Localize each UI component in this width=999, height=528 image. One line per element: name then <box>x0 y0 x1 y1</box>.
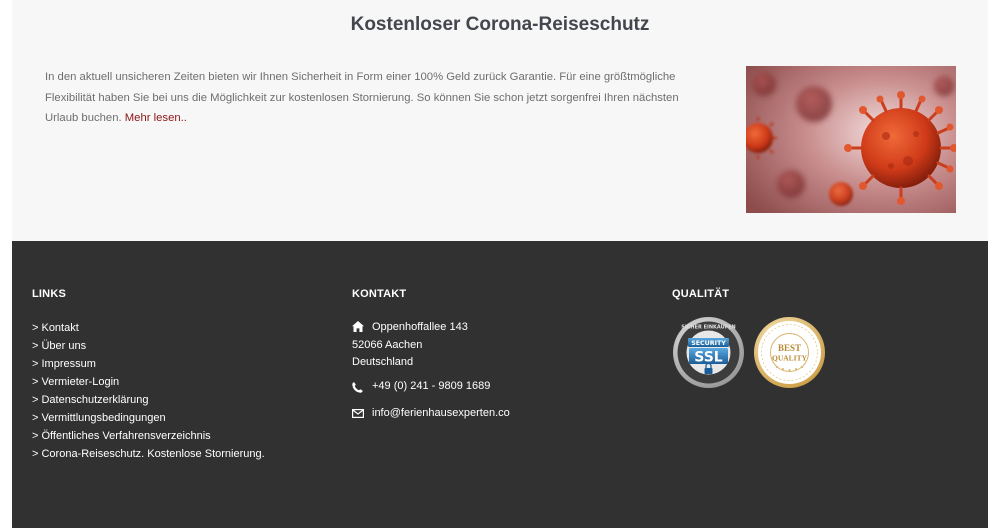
link-verfahrensverzeichnis[interactable]: > Öffentliches Verfahrensverzeichnis <box>32 430 211 442</box>
envelope-icon <box>352 407 372 421</box>
footer-contact-column: KONTAKT Oppenhoffallee 143 52066 Aachen … <box>352 288 652 421</box>
link-ueber-uns[interactable]: > Über uns <box>32 340 86 352</box>
list-item: > Corona-Reiseschutz. Kostenlose Stornie… <box>32 445 332 463</box>
phone-number[interactable]: +49 (0) 241 - 9809 1689 <box>372 380 490 396</box>
list-item: > Über uns <box>32 337 332 355</box>
address-country: Deutschland <box>352 356 414 368</box>
quality-heading: QUALITÄT <box>672 288 730 300</box>
contact-address: Oppenhoffallee 143 52066 Aachen Deutschl… <box>352 319 652 372</box>
link-impressum[interactable]: > Impressum <box>32 358 96 370</box>
contact-phone: +49 (0) 241 - 9809 1689 <box>352 380 652 396</box>
footer-links-list: > Kontakt > Über uns > Impressum > Vermi… <box>32 319 332 463</box>
email-address[interactable]: info@ferienhausexperten.co <box>372 407 510 421</box>
address-city: 52066 Aachen <box>352 338 423 351</box>
coronavirus-image <box>746 66 956 213</box>
list-item: > Kontakt <box>32 319 332 337</box>
best-label: BEST <box>778 343 801 353</box>
link-vermieter-login[interactable]: > Vermieter-Login <box>32 376 119 388</box>
page: Kostenloser Corona-Reiseschutz In den ak… <box>12 0 988 528</box>
list-item: > Datenschutzerklärung <box>32 391 332 409</box>
footer-quality-column: QUALITÄT SICHER EINKAUFEN SECURITY SSL B… <box>672 288 972 389</box>
link-kontakt[interactable]: > Kontakt <box>32 322 79 334</box>
contact-email: info@ferienhausexperten.co <box>352 407 652 421</box>
link-corona-reiseschutz[interactable]: > Corona-Reiseschutz. Kostenlose Stornie… <box>32 448 265 460</box>
list-item: > Impressum <box>32 355 332 373</box>
promo-title: Kostenloser Corona-Reiseschutz <box>350 14 650 35</box>
site-footer: LINKS > Kontakt > Über uns > Impressum >… <box>12 241 988 528</box>
best-quality-seal[interactable]: BEST QUALITY <box>753 316 826 389</box>
footer-links-column: LINKS > Kontakt > Über uns > Impressum >… <box>32 288 332 463</box>
address-street: Oppenhoffallee 143 <box>372 321 468 333</box>
ssl-security-seal[interactable]: SICHER EINKAUFEN SECURITY SSL <box>672 316 745 389</box>
quality-label: QUALITY <box>772 354 808 363</box>
list-item: > Öffentliches Verfahrensverzeichnis <box>32 427 332 445</box>
phone-icon <box>352 380 372 396</box>
promo-text: In den aktuell unsicheren Zeiten bieten … <box>45 67 705 129</box>
links-heading: LINKS <box>32 288 66 300</box>
contact-heading: KONTAKT <box>352 288 407 300</box>
list-item: > Vermieter-Login <box>32 373 332 391</box>
link-datenschutz[interactable]: > Datenschutzerklärung <box>32 394 148 406</box>
address-lines: Oppenhoffallee 143 52066 Aachen Deutschl… <box>352 319 468 372</box>
read-more-link[interactable]: Mehr lesen.. <box>125 112 187 124</box>
promo-section: Kostenloser Corona-Reiseschutz In den ak… <box>12 0 988 241</box>
list-item: > Vermittlungsbedingungen <box>32 409 332 427</box>
link-vermittlungsbedingungen[interactable]: > Vermittlungsbedingungen <box>32 412 166 424</box>
ssl-security-label: SECURITY <box>691 340 726 347</box>
quality-seals: SICHER EINKAUFEN SECURITY SSL BEST QUALI… <box>672 316 972 389</box>
ssl-ring-text: SICHER EINKAUFEN <box>681 325 735 331</box>
